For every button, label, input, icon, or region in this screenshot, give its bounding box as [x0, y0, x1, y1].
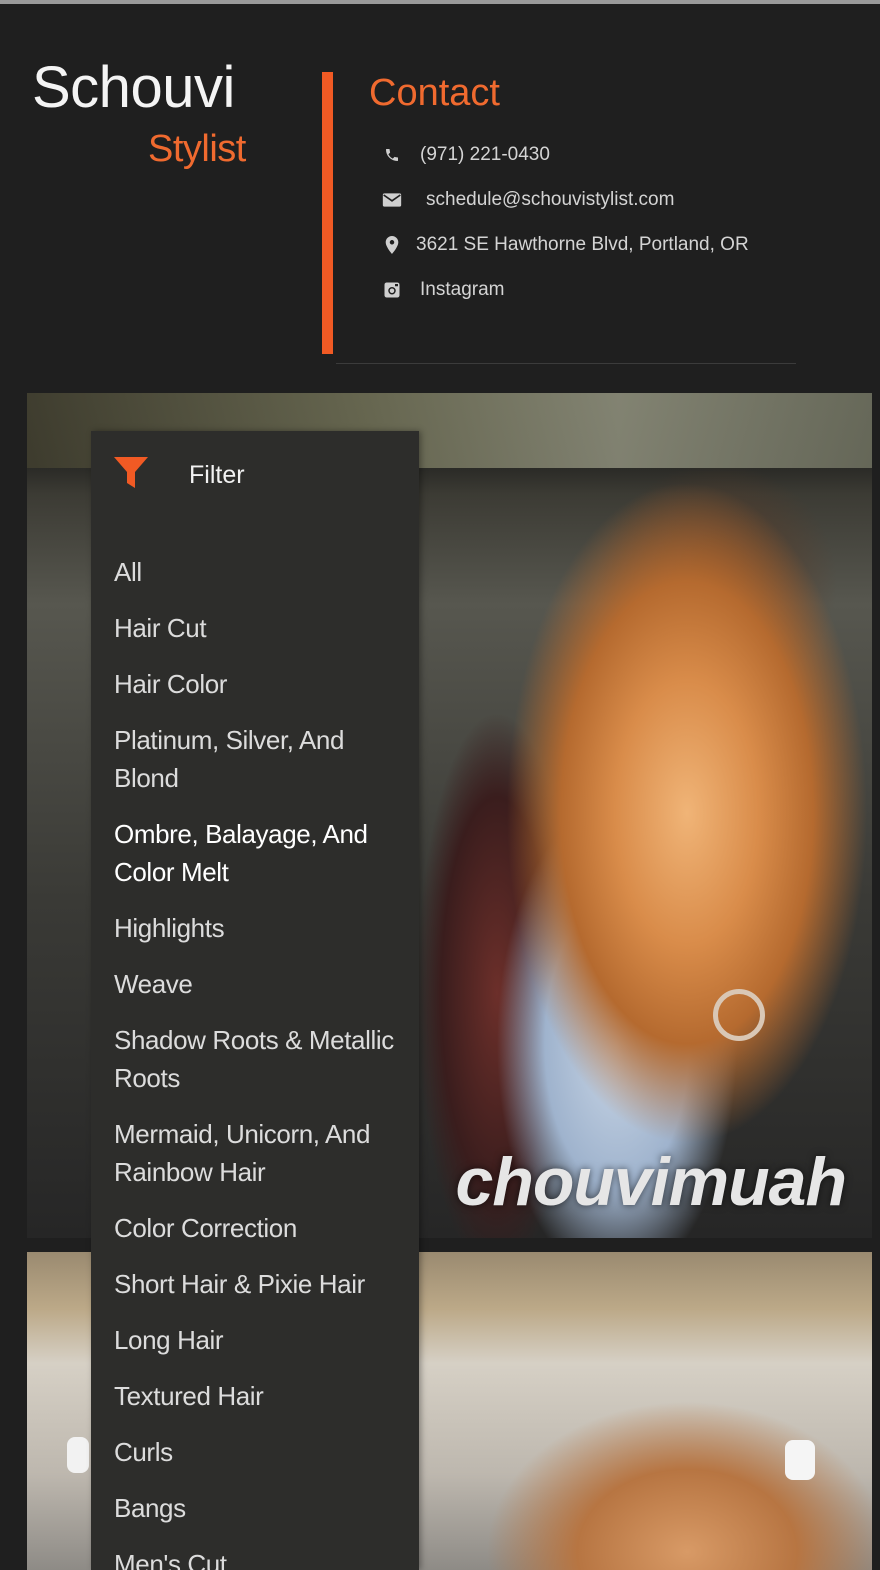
contact-title: Contact	[369, 72, 500, 114]
filter-item-mermaid-unicorn-rainbow[interactable]: Mermaid, Unicorn, And Rainbow Hair	[114, 1115, 414, 1191]
accent-divider-bar	[322, 72, 333, 354]
contact-instagram[interactable]: Instagram	[378, 274, 504, 306]
phone-icon	[378, 147, 406, 163]
map-marker-icon	[378, 236, 406, 254]
filter-item-curls[interactable]: Curls	[114, 1433, 414, 1471]
filter-item-hair-color[interactable]: Hair Color	[114, 665, 414, 703]
brand-name[interactable]: Schouvi	[32, 54, 235, 121]
earring-detail	[713, 989, 765, 1041]
envelope-icon	[378, 192, 406, 208]
filter-item-long-hair[interactable]: Long Hair	[114, 1321, 414, 1359]
filter-item-short-pixie[interactable]: Short Hair & Pixie Hair	[114, 1265, 414, 1303]
filter-item-mens-cut[interactable]: Men's Cut	[114, 1545, 414, 1570]
lamp-detail	[785, 1440, 815, 1480]
filter-item-shadow-roots[interactable]: Shadow Roots & Metallic Roots	[114, 1021, 414, 1097]
filter-item-weave[interactable]: Weave	[114, 965, 414, 1003]
header-divider	[336, 363, 796, 364]
filter-item-textured-hair[interactable]: Textured Hair	[114, 1377, 414, 1415]
filter-item-all[interactable]: All	[114, 553, 414, 591]
instagram-link[interactable]: Instagram	[420, 279, 504, 301]
filter-item-platinum-silver-blond[interactable]: Platinum, Silver, And Blond	[114, 721, 414, 797]
instagram-icon	[378, 281, 406, 299]
address-text[interactable]: 3621 SE Hawthorne Blvd, Portland, OR	[416, 234, 749, 256]
image-watermark: chouvimuah	[455, 1144, 847, 1220]
phone-number[interactable]: (971) 221-0430	[420, 144, 550, 166]
lamp-detail	[67, 1437, 89, 1473]
contact-phone[interactable]: (971) 221-0430	[378, 139, 550, 171]
top-border	[0, 0, 880, 4]
filter-item-highlights[interactable]: Highlights	[114, 909, 414, 947]
filter-title: Filter	[189, 461, 245, 489]
filter-item-hair-cut[interactable]: Hair Cut	[114, 609, 414, 647]
brand-subtitle[interactable]: Stylist	[148, 128, 246, 171]
filter-item-color-correction[interactable]: Color Correction	[114, 1209, 414, 1247]
filter-panel: Filter All Hair Cut Hair Color Platinum,…	[91, 431, 419, 1570]
contact-address[interactable]: 3621 SE Hawthorne Blvd, Portland, OR	[378, 229, 749, 261]
filter-item-ombre-balayage[interactable]: Ombre, Balayage, And Color Melt	[114, 815, 414, 891]
funnel-icon	[114, 457, 148, 488]
contact-email[interactable]: schedule@schouvistylist.com	[378, 184, 674, 216]
filter-list: All Hair Cut Hair Color Platinum, Silver…	[114, 553, 414, 1570]
filter-item-bangs[interactable]: Bangs	[114, 1489, 414, 1527]
email-link[interactable]: schedule@schouvistylist.com	[426, 189, 674, 211]
filter-header[interactable]: Filter	[91, 431, 419, 521]
